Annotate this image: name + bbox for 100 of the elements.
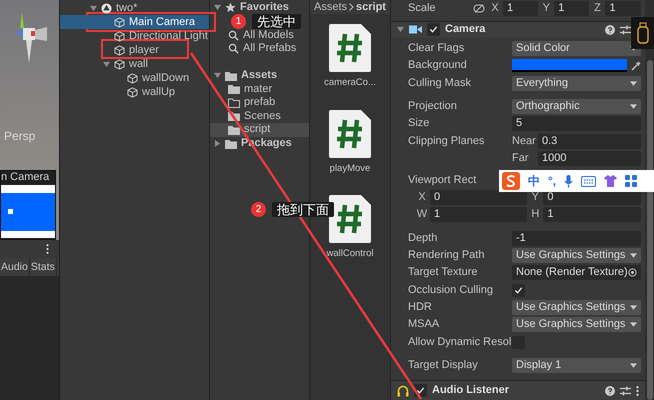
script-file-icon[interactable] — [329, 110, 371, 158]
axis-label: X — [417, 192, 427, 204]
file-name[interactable]: playMove — [330, 164, 370, 173]
ime-logo-icon[interactable] — [502, 172, 520, 190]
project-tree-item[interactable]: mater — [210, 82, 309, 96]
hierarchy-item[interactable]: player — [60, 43, 209, 57]
project-tree-item[interactable]: Assets — [210, 68, 309, 82]
cube-icon — [127, 72, 138, 84]
preview-title: n Camera — [1, 171, 50, 184]
star-icon — [225, 2, 236, 14]
property-label: Rendering Path — [408, 250, 486, 262]
expanded-arrow-icon[interactable] — [90, 4, 97, 12]
property-label: Projection — [408, 100, 458, 112]
callout-tooltip: 拖到下面 — [272, 202, 334, 217]
unlinked-icon[interactable] — [473, 4, 485, 13]
enable-checkbox[interactable] — [427, 23, 440, 36]
color-field[interactable] — [512, 59, 627, 72]
search-icon — [228, 43, 239, 54]
project-tree-item[interactable]: All Models — [210, 28, 309, 42]
eyedropper-icon[interactable] — [630, 60, 641, 71]
cube-icon — [114, 30, 125, 42]
file-name[interactable]: cameraCo... — [324, 78, 376, 88]
keyboard-icon[interactable] — [581, 176, 596, 186]
cube-icon — [114, 58, 125, 70]
hierarchy-item[interactable]: two* — [60, 1, 209, 15]
axis-label: Z — [593, 2, 602, 14]
property-label: Depth — [408, 232, 438, 244]
target-picker-icon[interactable] — [628, 268, 637, 278]
callout-tooltip: 先选中 — [252, 14, 301, 29]
folder-icon — [225, 70, 237, 81]
number-field[interactable]: 1 — [554, 0, 590, 16]
component-title: Audio Listener — [432, 385, 510, 396]
dropdown[interactable]: Use Graphics Settings — [512, 248, 641, 264]
help-icon[interactable] — [604, 386, 615, 396]
near-label: Near — [512, 136, 537, 147]
hierarchy-item[interactable]: Directional Light — [60, 29, 209, 43]
hierarchy-item[interactable]: Main Camera — [60, 15, 209, 29]
breadcrumb-item[interactable]: Assets — [314, 2, 348, 12]
dropdown[interactable]: Use Graphics Settings — [512, 317, 641, 332]
axis-label: X — [490, 2, 500, 14]
breadcrumb-item[interactable]: script — [356, 2, 386, 12]
shirt-icon[interactable] — [604, 175, 618, 187]
project-tree-item[interactable]: script — [210, 123, 309, 137]
number-field[interactable]: 0 — [430, 190, 528, 206]
dropdown[interactable]: Display 1 — [512, 358, 641, 373]
caret-icon — [630, 104, 637, 109]
checkbox[interactable] — [512, 284, 525, 297]
cube-icon — [114, 44, 125, 56]
search-icon — [228, 30, 239, 41]
dropdown[interactable]: Use Graphics Settings — [512, 300, 641, 315]
number-field[interactable]: -1 — [512, 230, 641, 246]
number-field[interactable]: 1000 — [538, 150, 641, 166]
project-tree-item[interactable]: Scenes — [210, 110, 309, 124]
project-tree-item[interactable]: prefab — [210, 96, 309, 110]
square-marker-icon — [8, 209, 13, 214]
number-field[interactable]: 1 — [503, 0, 538, 16]
dropdown[interactable]: Orthographic — [512, 98, 641, 114]
number-field[interactable]: 1 — [605, 0, 641, 16]
property-label: Occlusion Culling — [408, 284, 494, 296]
far-label: Far — [512, 152, 530, 164]
ime-mode-toggle[interactable]: 中 — [528, 175, 540, 187]
usb-drive-icon[interactable] — [636, 22, 648, 44]
number-field[interactable]: 1 — [543, 207, 641, 222]
caret-icon — [630, 304, 637, 310]
dropdown[interactable]: Solid Color — [512, 41, 641, 56]
axis-label: H — [530, 209, 540, 220]
folder-icon — [228, 84, 240, 94]
component-header[interactable]: Audio Listener — [391, 380, 645, 400]
property-label: Target Texture — [408, 267, 479, 278]
property-label: Viewport Rect — [408, 174, 478, 186]
microphone-icon[interactable] — [564, 174, 574, 188]
sliders-icon[interactable] — [620, 24, 631, 35]
script-file-icon[interactable] — [329, 24, 371, 72]
hierarchy-item[interactable]: wallUp — [60, 85, 209, 99]
expanded-arrow-icon[interactable] — [214, 4, 221, 12]
sliders-icon[interactable] — [620, 386, 631, 396]
collapsed-arrow-icon[interactable] — [214, 140, 221, 148]
number-field[interactable]: 0.3 — [538, 134, 641, 149]
help-icon[interactable] — [604, 24, 615, 35]
grid-icon[interactable] — [625, 175, 638, 187]
hierarchy-item[interactable]: wallDown — [60, 71, 209, 85]
expanded-arrow-icon[interactable] — [397, 26, 404, 34]
property-label: Clear Flags — [408, 43, 466, 54]
project-tree-item[interactable]: All Prefabs — [210, 42, 309, 56]
floating-widget-tooltip[interactable] — [631, 17, 654, 49]
object-field[interactable]: None (Render Texture) — [512, 265, 641, 280]
hierarchy-item[interactable]: wall — [60, 57, 209, 71]
more-icon[interactable] — [636, 386, 639, 396]
more-icon[interactable] — [46, 244, 49, 254]
property-label: HDR — [408, 302, 433, 313]
script-file-icon[interactable] — [329, 195, 371, 243]
number-field[interactable]: 5 — [512, 116, 641, 132]
expanded-arrow-icon[interactable] — [103, 60, 110, 68]
project-tree-item[interactable]: Favorites — [210, 1, 309, 15]
property-label: Size — [408, 118, 430, 130]
ime-mode-toggle[interactable]: °, — [548, 175, 556, 187]
number-field[interactable]: 1 — [430, 207, 528, 222]
dropdown[interactable]: Everything — [512, 76, 641, 91]
expanded-arrow-icon[interactable] — [214, 72, 221, 80]
file-name[interactable]: wallControl — [326, 249, 374, 258]
